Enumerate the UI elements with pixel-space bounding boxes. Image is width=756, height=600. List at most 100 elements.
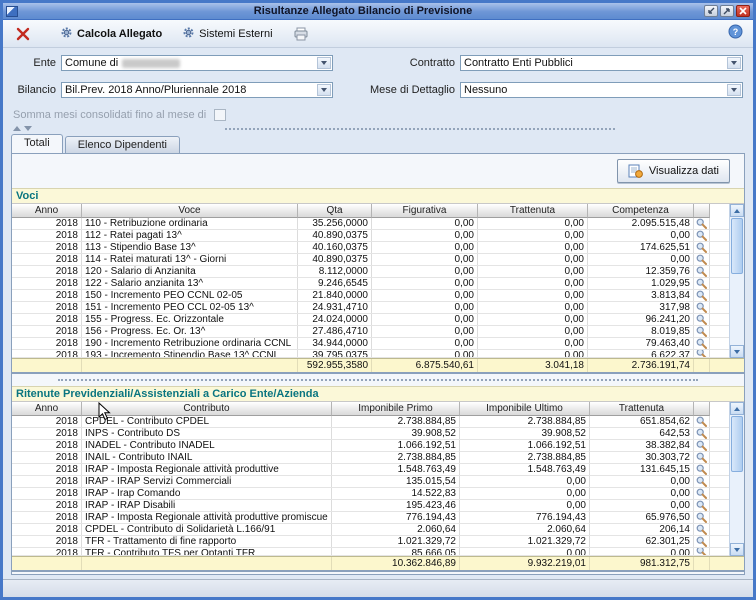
table-row[interactable]: 2018IRAP - Imposta Regionale attività pr… [12,464,729,476]
scroll-down-button[interactable] [730,543,744,556]
column-header[interactable]: Anno [12,402,82,416]
magnifier-icon[interactable] [694,428,710,439]
cell: 0,00 [590,476,694,487]
magnifier-icon[interactable] [694,512,710,523]
table-row[interactable]: 2018193 - Incremento Stipendio Base 13^ … [12,350,729,358]
magnifier-icon[interactable] [694,350,710,357]
table-row[interactable]: 2018IRAP - Imposta Regionale attività pr… [12,512,729,524]
magnifier-icon[interactable] [694,416,710,427]
exit-button[interactable] [13,27,33,41]
horizontal-splitter[interactable] [3,123,753,134]
voci-scrollbar[interactable] [729,204,744,358]
somma-mesi-checkbox[interactable] [214,109,226,121]
column-header[interactable]: Figurativa [372,204,478,218]
column-header[interactable]: Voce [82,204,298,218]
magnifier-icon[interactable] [694,464,710,475]
magnifier-icon[interactable] [694,536,710,547]
chevron-down-icon[interactable] [727,57,741,69]
column-header[interactable]: Trattenuta [478,204,588,218]
magnifier-icon[interactable] [694,302,710,313]
scroll-up-button[interactable] [730,402,744,415]
scroll-thumb[interactable] [731,416,743,472]
magnifier-icon[interactable] [694,500,710,511]
scroll-track[interactable] [730,275,744,345]
magnifier-icon[interactable] [694,524,710,535]
scroll-track[interactable] [730,473,744,543]
mese-select[interactable]: Nessuno [460,82,743,98]
cell: 1.029,95 [588,278,694,289]
chevron-down-icon[interactable] [317,84,331,96]
column-header[interactable]: Competenza [588,204,694,218]
chevron-down-icon[interactable] [727,84,741,96]
magnifier-icon[interactable] [694,476,710,487]
column-header[interactable]: Qta [298,204,372,218]
table-row[interactable]: 2018156 - Progress. Ec. Or. 13^27.486,47… [12,326,729,338]
splitter-down-icon[interactable] [24,126,32,131]
column-header[interactable]: Imponibile Ultimo [460,402,590,416]
calcola-allegato-button[interactable]: Calcola Allegato [53,23,169,45]
magnifier-icon[interactable] [694,242,710,253]
column-header[interactable]: Contributo [82,402,332,416]
magnifier-icon[interactable] [694,218,710,229]
cell: 1.548.763,49 [460,464,590,475]
scroll-up-button[interactable] [730,204,744,217]
table-row[interactable]: 2018INAIL - Contributo INAIL2.738.884,85… [12,452,729,464]
table-row[interactable]: 2018190 - Incremento Retribuzione ordina… [12,338,729,350]
magnifier-icon[interactable] [694,326,710,337]
table-row[interactable]: 2018TFR - Trattamento di fine rapporto1.… [12,536,729,548]
table-row[interactable]: 2018113 - Stipendio Base 13^40.160,03750… [12,242,729,254]
table-row[interactable]: 2018155 - Progress. Ec. Orizzontale24.02… [12,314,729,326]
tables-splitter[interactable] [12,374,744,386]
table-row[interactable]: 2018122 - Salario anzianita 13^9.246,654… [12,278,729,290]
cell: 1.548.763,49 [332,464,460,475]
bilancio-select[interactable]: Bil.Prev. 2018 Anno/Pluriennale 2018 [61,82,333,98]
table-row[interactable]: 2018120 - Salario di Anzianita8.112,0000… [12,266,729,278]
contratto-select[interactable]: Contratto Enti Pubblici [460,55,743,71]
visualizza-dati-button[interactable]: Visualizza dati [617,159,730,183]
table-row[interactable]: 2018150 - Incremento PEO CCNL 02-0521.84… [12,290,729,302]
magnifier-icon[interactable] [694,290,710,301]
chevron-down-icon[interactable] [317,57,331,69]
magnifier-icon[interactable] [694,254,710,265]
column-header[interactable]: Imponibile Primo [332,402,460,416]
magnifier-icon[interactable] [694,338,710,349]
table-row[interactable]: 2018IRAP - Irap Comando14.522,830,000,00 [12,488,729,500]
tab-totali[interactable]: Totali [11,134,63,153]
magnifier-icon[interactable] [694,278,710,289]
scroll-down-button[interactable] [730,345,744,358]
table-row[interactable]: 2018CPDEL - Contributo di Solidarietà L.… [12,524,729,536]
table-row[interactable]: 2018INPS - Contributo DS39.908,5239.908,… [12,428,729,440]
magnifier-icon[interactable] [694,266,710,277]
table-row[interactable]: 2018CPDEL - Contributo CPDEL2.738.884,85… [12,416,729,428]
column-header[interactable]: Trattenuta [590,402,694,416]
magnifier-icon[interactable] [694,314,710,325]
table-row[interactable]: 2018112 - Ratei pagati 13^40.890,03750,0… [12,230,729,242]
table-row[interactable]: 2018IRAP - IRAP Servizi Commerciali135.0… [12,476,729,488]
splitter-handle[interactable] [225,128,615,130]
splitter-up-icon[interactable] [13,126,21,131]
restore-window-button[interactable] [704,5,718,17]
tab-elenco-dipendenti[interactable]: Elenco Dipendenti [65,136,180,153]
sistemi-esterni-button[interactable]: Sistemi Esterni [175,23,279,45]
cell: 0,00 [372,278,478,289]
magnifier-icon[interactable] [694,488,710,499]
table-row[interactable]: 2018INADEL - Contributo INADEL1.066.192,… [12,440,729,452]
column-header[interactable]: Anno [12,204,82,218]
table-row[interactable]: 2018110 - Retribuzione ordinaria35.256,0… [12,218,729,230]
scroll-thumb[interactable] [731,218,743,274]
magnifier-icon[interactable] [694,452,710,463]
magnifier-icon[interactable] [694,230,710,241]
table-row[interactable]: 2018TFR - Contributo TFS per Optanti TFR… [12,548,729,556]
ente-select[interactable]: Comune di [61,55,333,71]
splitter-handle[interactable] [58,379,698,381]
print-button[interactable] [286,24,317,44]
table-row[interactable]: 2018151 - Incremento PEO CCL 02-05 13^24… [12,302,729,314]
magnifier-icon[interactable] [694,440,710,451]
table-row[interactable]: 2018IRAP - IRAP Disabili195.423,460,000,… [12,500,729,512]
maximize-window-button[interactable] [720,5,734,17]
help-button[interactable]: ? [728,24,743,44]
magnifier-icon[interactable] [694,548,710,555]
table-row[interactable]: 2018114 - Ratei maturati 13^ - Giorni40.… [12,254,729,266]
close-window-button[interactable] [736,5,750,17]
ritenute-scrollbar[interactable] [729,402,744,556]
